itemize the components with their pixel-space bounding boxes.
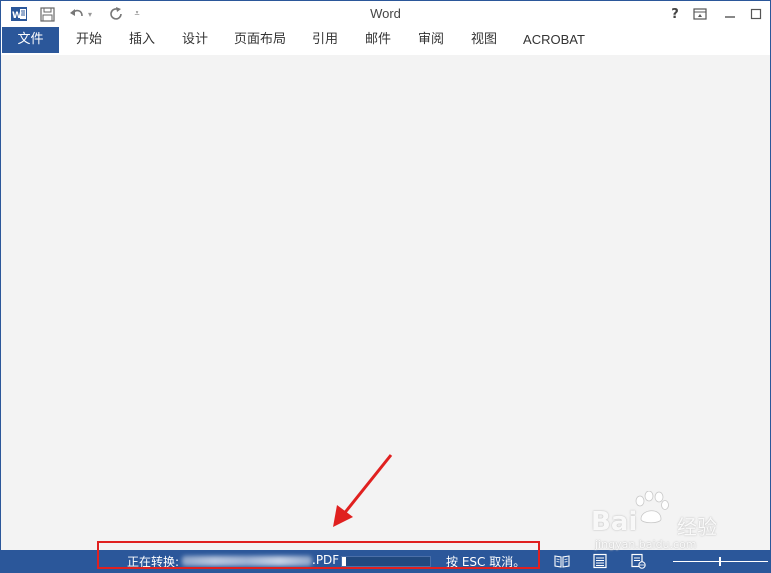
tab-view[interactable]: 视图: [466, 27, 502, 53]
watermark-url: jingyan.baidu.com: [595, 538, 697, 551]
window-title: Word: [370, 6, 401, 21]
ribbon-tab-bar: 文件 开始 插入 设计 页面布局 引用 邮件 审阅 视图 ACROBAT: [1, 27, 770, 55]
baidu-watermark: Bai 经验 jingyan.baidu.com: [589, 489, 739, 553]
annotation-highlight-box: [97, 541, 540, 569]
word-window: W ▾ ⩡ Word ? 文件 开始 插入 设计 页面布局 引用 邮件 审阅 视…: [0, 0, 771, 573]
web-layout-icon[interactable]: [630, 553, 646, 569]
tab-file[interactable]: 文件: [2, 27, 59, 53]
annotation-arrow-icon: [333, 454, 393, 527]
print-layout-icon[interactable]: [592, 553, 608, 569]
tab-review[interactable]: 审阅: [413, 27, 449, 53]
tab-mailings[interactable]: 邮件: [360, 27, 396, 53]
watermark-brand: Bai: [591, 507, 638, 537]
ribbon-display-icon[interactable]: [689, 4, 711, 24]
watermark-brand-cn: 经验: [677, 515, 717, 539]
tab-design[interactable]: 设计: [177, 27, 213, 53]
restore-icon[interactable]: [745, 4, 767, 24]
tab-home[interactable]: 开始: [71, 27, 107, 53]
read-mode-icon[interactable]: [554, 553, 570, 569]
minimize-icon[interactable]: [719, 4, 741, 24]
zoom-slider-thumb[interactable]: [719, 557, 721, 566]
tab-acrobat[interactable]: ACROBAT: [519, 27, 589, 53]
title-bar: W ▾ ⩡ Word ?: [1, 1, 770, 27]
help-button[interactable]: ?: [664, 4, 686, 24]
tab-page-layout[interactable]: 页面布局: [231, 27, 289, 53]
tab-references[interactable]: 引用: [307, 27, 343, 53]
tab-insert[interactable]: 插入: [124, 27, 160, 53]
